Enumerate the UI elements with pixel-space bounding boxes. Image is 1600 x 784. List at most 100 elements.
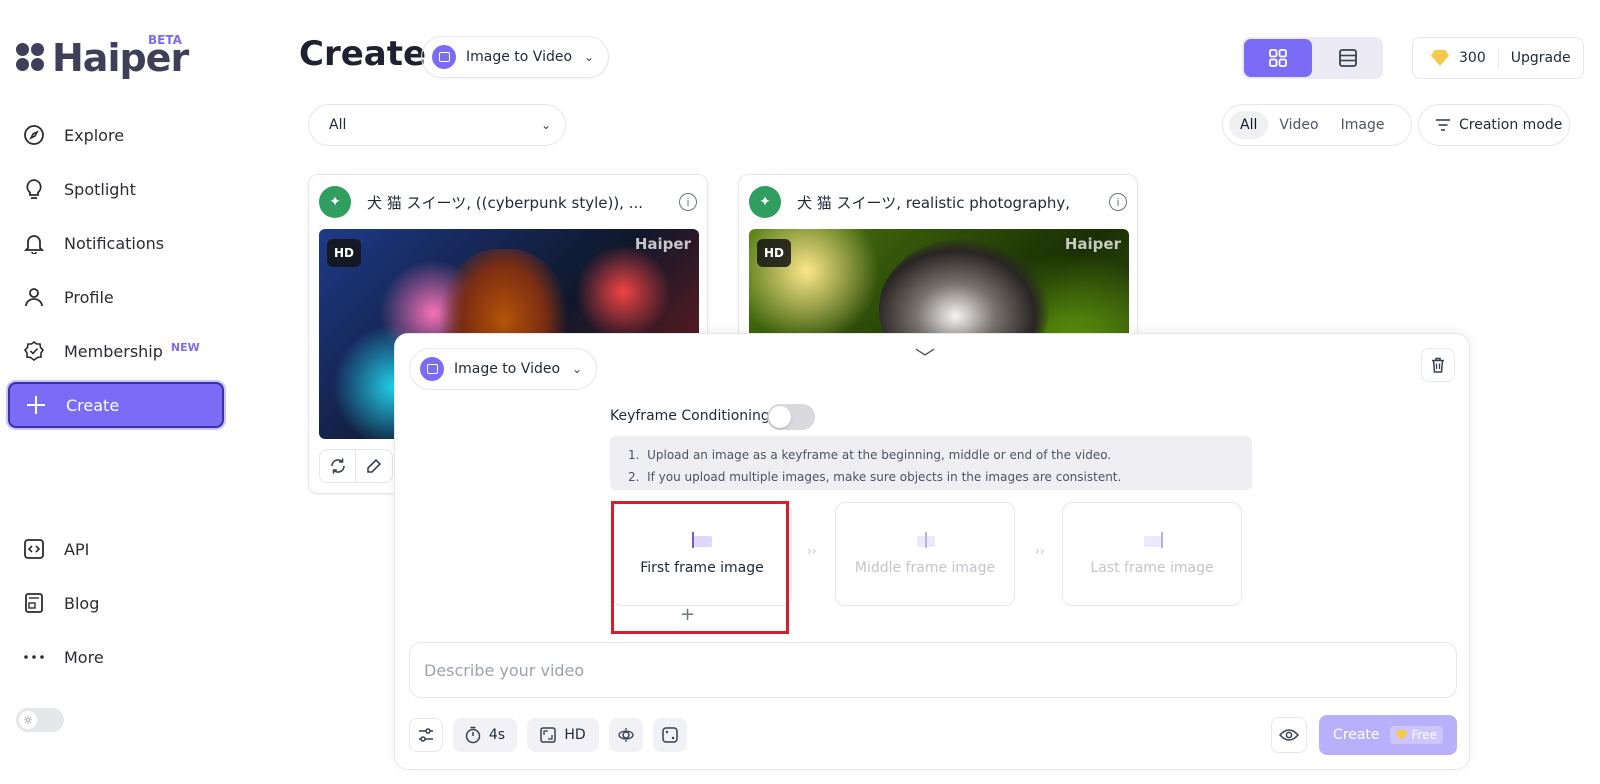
dice-icon [662, 727, 678, 743]
beta-badge: BETA [148, 33, 182, 47]
list-view-button[interactable] [1314, 39, 1382, 77]
sidebar-item-api[interactable]: API [8, 526, 224, 572]
sidebar-item-label: Membership [64, 341, 163, 361]
category-filter-value: All [329, 117, 347, 133]
diamond-icon [1431, 50, 1449, 66]
info-icon[interactable]: i [679, 193, 697, 211]
regenerate-icon[interactable] [320, 450, 356, 482]
card-title: 犬 猫 スイーツ, ((cyberpunk style)), ... [367, 193, 644, 212]
sidebar-item-label: Create [66, 395, 120, 415]
sidebar-item-label: More [64, 647, 104, 667]
diamond-icon [1395, 730, 1408, 740]
grid-icon [1269, 49, 1287, 67]
settings-button[interactable] [409, 718, 443, 752]
code-icon [22, 537, 46, 561]
new-badge: NEW [170, 340, 200, 354]
last-frame-upload[interactable]: Last frame image [1062, 502, 1242, 606]
eye-icon [1279, 729, 1299, 741]
newspaper-icon [22, 591, 46, 615]
sidebar-item-label: API [64, 539, 90, 559]
motion-button[interactable] [609, 718, 643, 752]
upgrade-button[interactable]: Upgrade [1511, 50, 1571, 66]
chevron-down-icon: ⌄ [571, 362, 582, 376]
edit-icon[interactable] [356, 450, 392, 482]
mode-select[interactable]: Image to Video ⌄ [421, 36, 609, 78]
hd-badge: HD [757, 239, 791, 267]
category-filter[interactable]: All ⌄ [308, 104, 566, 146]
keyframe-end-icon [1140, 532, 1164, 548]
more-dots-icon [22, 645, 46, 669]
sidebar-item-label: Notifications [64, 233, 165, 253]
card-header: ✦ 犬 猫 スイーツ, ((cyberpunk style)), ... i [319, 185, 697, 219]
panel-mode-label: Image to Video [454, 361, 561, 377]
keyframe-middle-icon [913, 532, 937, 548]
credits-widget[interactable]: 300 Upgrade [1412, 37, 1584, 79]
logo-mark-icon [16, 43, 46, 73]
sidebar-item-notifications[interactable]: Notifications [8, 220, 224, 266]
card-actions [319, 449, 393, 483]
sidebar-item-more[interactable]: More [8, 634, 224, 680]
sidebar-item-explore[interactable]: Explore [8, 112, 224, 158]
info-icon[interactable]: i [1109, 193, 1127, 211]
quality-button[interactable]: HD [527, 718, 599, 752]
grid-view-button[interactable] [1244, 39, 1312, 77]
toggle-knob [769, 406, 791, 428]
divider [1497, 47, 1499, 69]
hint-item: 2. If you upload multiple images, make s… [628, 470, 1122, 484]
timer-icon [465, 726, 481, 744]
keyframe-label: Keyframe Conditioning [610, 408, 770, 424]
page-title: Create [299, 34, 427, 74]
keyframe-hints: 1. Upload an image as a keyframe at the … [610, 436, 1252, 490]
sidebar-item-membership[interactable]: Membership NEW [8, 328, 224, 374]
sidebar-item-label: Profile [64, 287, 114, 307]
sidebar-item-label: Spotlight [64, 179, 136, 199]
creation-mode-button[interactable]: Creation mode [1418, 104, 1570, 146]
sidebar-item-create[interactable]: Create [8, 382, 224, 428]
hint-item: 1. Upload an image as a keyframe at the … [628, 448, 1112, 462]
credit-count: 300 [1459, 50, 1486, 66]
compass-icon [22, 123, 46, 147]
bell-icon [22, 231, 46, 255]
app-root: Haiper BETA Explore Spotlight Notificati… [0, 0, 1600, 784]
frame-label: Middle frame image [854, 560, 996, 576]
create-panel: Image to Video ⌄ ﹀ Keyframe Conditioning… [394, 333, 1470, 770]
sidebar-item-spotlight[interactable]: Spotlight [8, 166, 224, 212]
create-label: Create [1333, 727, 1380, 743]
seed-button[interactable] [653, 718, 687, 752]
sidebar-item-label: Explore [64, 125, 125, 145]
lightbulb-icon [22, 177, 46, 201]
theme-toggle[interactable]: ☼ [16, 708, 64, 732]
prompt-input[interactable]: Describe your video [409, 642, 1457, 698]
duration-value: 4s [488, 727, 506, 743]
keyframe-toggle[interactable] [767, 404, 815, 430]
tab-all[interactable]: All [1229, 111, 1269, 139]
view-switch [1242, 37, 1383, 79]
watermark: Haiper [1064, 235, 1121, 253]
middle-frame-upload[interactable]: Middle frame image [835, 502, 1015, 606]
sliders-icon [419, 728, 433, 742]
prompt-placeholder: Describe your video [424, 660, 585, 680]
preview-button[interactable] [1271, 717, 1307, 753]
card-title: 犬 猫 スイーツ, realistic photography, [797, 193, 1071, 212]
user-icon [22, 285, 46, 309]
resolution-icon [540, 727, 557, 743]
arrow-right-icon: ›› [1035, 544, 1045, 558]
free-label: Free [1411, 728, 1437, 742]
trash-icon[interactable] [1421, 348, 1455, 382]
sidebar-item-profile[interactable]: Profile [8, 274, 224, 320]
collapse-chevron-icon[interactable]: ﹀ [915, 342, 935, 371]
frame-label: Last frame image [1090, 560, 1214, 576]
hd-badge: HD [327, 239, 361, 267]
sidebar-item-label: Blog [64, 593, 100, 613]
panel-mode-select[interactable]: Image to Video ⌄ [409, 348, 597, 390]
chevron-down-icon: ⌄ [540, 118, 551, 132]
plus-icon [24, 393, 48, 417]
duration-button[interactable]: 4s [453, 718, 517, 752]
tab-image[interactable]: Image [1330, 111, 1396, 139]
free-badge: Free [1389, 726, 1443, 744]
sidebar-item-blog[interactable]: Blog [8, 580, 224, 626]
tab-video[interactable]: Video [1268, 111, 1329, 139]
sun-icon: ☼ [19, 711, 37, 729]
prompt-sparkle-icon: ✦ [319, 186, 351, 218]
create-button[interactable]: Create Free [1319, 715, 1457, 755]
